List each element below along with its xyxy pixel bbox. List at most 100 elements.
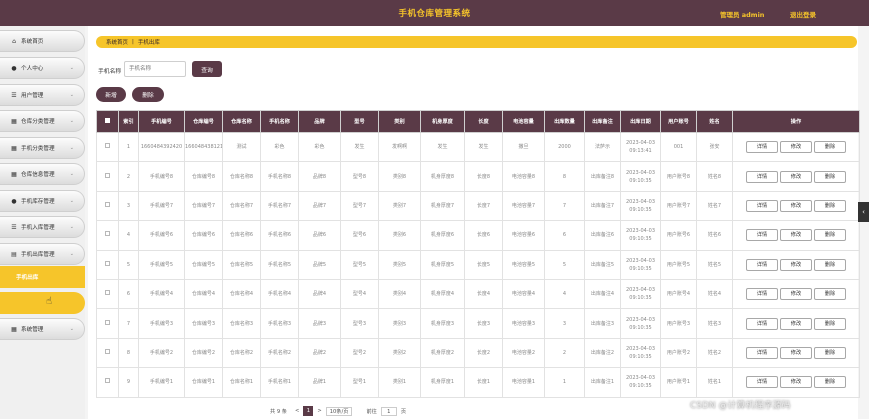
- sidebar-item-phone-category[interactable]: ▦ 手机分类管理 ⌄: [0, 137, 85, 159]
- table-cell: 仓库编号1: [184, 367, 223, 398]
- detail-button[interactable]: 详情: [746, 141, 778, 154]
- breadcrumb-separator: |: [132, 39, 134, 45]
- main-content: 系统首页 | 手机出库 手机名称 查询 新增 删除 索引 手机编号 仓库编号 仓…: [88, 26, 860, 419]
- sidebar-item-phone-outbound[interactable]: ▤ 手机出库管理 ⌄: [0, 243, 85, 265]
- row-checkbox[interactable]: [96, 337, 119, 369]
- sidebar-item-phone-stock[interactable]: ● 手机库存管理 ⌄: [0, 190, 85, 212]
- row-checkbox[interactable]: [96, 190, 119, 222]
- sidebar-item-label: 系统首页: [21, 39, 44, 45]
- pager-prev-button[interactable]: <: [295, 408, 299, 414]
- side-collapse-toggle[interactable]: ‹: [858, 202, 869, 222]
- pager-goto-input[interactable]: 1: [380, 406, 397, 416]
- table-cell: 6: [544, 220, 585, 251]
- row-actions: 详情 修改 删除: [732, 278, 860, 310]
- edit-button[interactable]: 修改: [780, 317, 812, 330]
- table-cell: 类别6: [378, 220, 421, 251]
- detail-button[interactable]: 详情: [746, 376, 778, 389]
- grid-icon: ▦: [11, 170, 17, 178]
- sidebar-subitem-outbound[interactable]: 手机出库: [0, 266, 85, 288]
- delete-selected-button[interactable]: 删除: [132, 87, 164, 102]
- table-cell: 电池容量5: [502, 249, 545, 280]
- pager-page-1[interactable]: 1: [303, 406, 314, 416]
- row-checkbox[interactable]: [96, 308, 119, 339]
- delete-button[interactable]: 删除: [814, 141, 846, 154]
- edit-button[interactable]: 修改: [780, 288, 812, 301]
- table-cell: 品牌4: [298, 278, 341, 310]
- detail-button[interactable]: 详情: [746, 229, 778, 242]
- detail-button[interactable]: 详情: [746, 317, 778, 330]
- table-cell: 长度3: [464, 308, 503, 339]
- row-checkbox[interactable]: [96, 161, 119, 192]
- delete-button[interactable]: 删除: [814, 199, 846, 212]
- chevron-down-icon: ⌄: [69, 251, 74, 257]
- row-checkbox[interactable]: [96, 278, 119, 310]
- column-header: 仓库名称: [222, 110, 261, 133]
- edit-button[interactable]: 修改: [780, 229, 812, 242]
- column-header: 电池容量: [502, 110, 545, 133]
- row-checkbox[interactable]: [96, 220, 119, 251]
- sidebar-item-user-management[interactable]: ☰ 用户管理 ⌄: [0, 84, 85, 106]
- sidebar-item-label: 手机库存管理: [21, 199, 55, 205]
- table-row: 5 手机编号5 仓库编号5 仓库名称5 手机名称5 品牌5 型号5 类别5 机身厚度5 长度5 电池…: [96, 249, 860, 280]
- table-cell: 出库备注6: [584, 220, 621, 251]
- page-size-select[interactable]: 10条/页: [325, 406, 353, 416]
- edit-button[interactable]: 修改: [780, 199, 812, 212]
- table-cell: 长度6: [464, 220, 503, 251]
- table-row: 8 手机编号2 仓库编号2 仓库名称2 手机名称2 品牌2 型号2 类别2 机身厚度2 长度2 电池…: [96, 337, 860, 369]
- table-cell: 2023-04-03 09:10:35: [620, 337, 661, 369]
- detail-button[interactable]: 详情: [746, 170, 778, 183]
- sidebar-item-label: 仓库信息管理: [21, 172, 55, 178]
- edit-button[interactable]: 修改: [780, 141, 812, 154]
- delete-button[interactable]: 删除: [814, 317, 846, 330]
- select-all-checkbox[interactable]: [96, 110, 119, 133]
- sidebar-item-home[interactable]: ⌂ 系统首页: [0, 30, 85, 52]
- breadcrumb-home[interactable]: 系统首页: [106, 38, 128, 46]
- sidebar-item-personal-center[interactable]: ● 个人中心 ⌄: [0, 57, 85, 79]
- delete-button[interactable]: 删除: [814, 229, 846, 242]
- sidebar-item-system-management[interactable]: ▦ 系统管理 ⌄: [0, 318, 85, 340]
- chevron-down-icon: ⌄: [69, 145, 74, 151]
- table-cell: 机身厚度7: [420, 190, 465, 222]
- user-icon: ●: [11, 197, 17, 205]
- detail-button[interactable]: 详情: [746, 346, 778, 359]
- table-cell: 4: [118, 220, 139, 251]
- sidebar-item-warehouse-info[interactable]: ▦ 仓库信息管理 ⌄: [0, 163, 85, 185]
- sidebar-item-warehouse-category[interactable]: ▦ 仓库分类管理 ⌄: [0, 110, 85, 132]
- edit-button[interactable]: 修改: [780, 258, 812, 271]
- admin-label: 管理员 admin: [720, 11, 765, 19]
- table-row: 7 手机编号3 仓库编号3 仓库名称3 手机名称3 品牌3 型号3 类别3 机身厚度3 长度3 电池…: [96, 308, 860, 339]
- delete-button[interactable]: 删除: [814, 258, 846, 271]
- detail-button[interactable]: 详情: [746, 258, 778, 271]
- delete-button[interactable]: 删除: [814, 346, 846, 359]
- sidebar-subitem-hover[interactable]: ☝: [0, 292, 85, 314]
- table-cell: 2023-04-03 09:10:35: [620, 367, 661, 398]
- user-icon: ●: [11, 64, 17, 72]
- table-cell: 品牌1: [298, 367, 341, 398]
- table-cell: 品牌8: [298, 161, 341, 192]
- delete-button[interactable]: 删除: [814, 376, 846, 389]
- table-cell: 手机编号6: [138, 220, 185, 251]
- table-cell: 品牌7: [298, 190, 341, 222]
- table-cell: 品牌2: [298, 337, 341, 369]
- row-checkbox[interactable]: [96, 249, 119, 280]
- table-cell: 发啊啊: [378, 131, 421, 163]
- add-button[interactable]: 新增: [96, 87, 126, 102]
- edit-button[interactable]: 修改: [780, 376, 812, 389]
- pager-next-button[interactable]: >: [317, 408, 321, 414]
- delete-button[interactable]: 删除: [814, 288, 846, 301]
- edit-button[interactable]: 修改: [780, 346, 812, 359]
- table-cell: 类别3: [378, 308, 421, 339]
- row-checkbox[interactable]: [96, 367, 119, 398]
- query-button[interactable]: 查询: [192, 61, 222, 77]
- detail-button[interactable]: 详情: [746, 199, 778, 212]
- row-checkbox[interactable]: [96, 131, 119, 163]
- search-input[interactable]: [124, 61, 186, 77]
- delete-button[interactable]: 删除: [814, 170, 846, 183]
- logout-link[interactable]: 退出登录: [790, 9, 816, 19]
- table-cell: 机身厚度6: [420, 220, 465, 251]
- sidebar-item-phone-inbound[interactable]: ☰ 手机入库管理 ⌄: [0, 216, 85, 238]
- table-cell: 用户账号6: [660, 220, 697, 251]
- edit-button[interactable]: 修改: [780, 170, 812, 183]
- detail-button[interactable]: 详情: [746, 288, 778, 301]
- table-cell: 2: [544, 337, 585, 369]
